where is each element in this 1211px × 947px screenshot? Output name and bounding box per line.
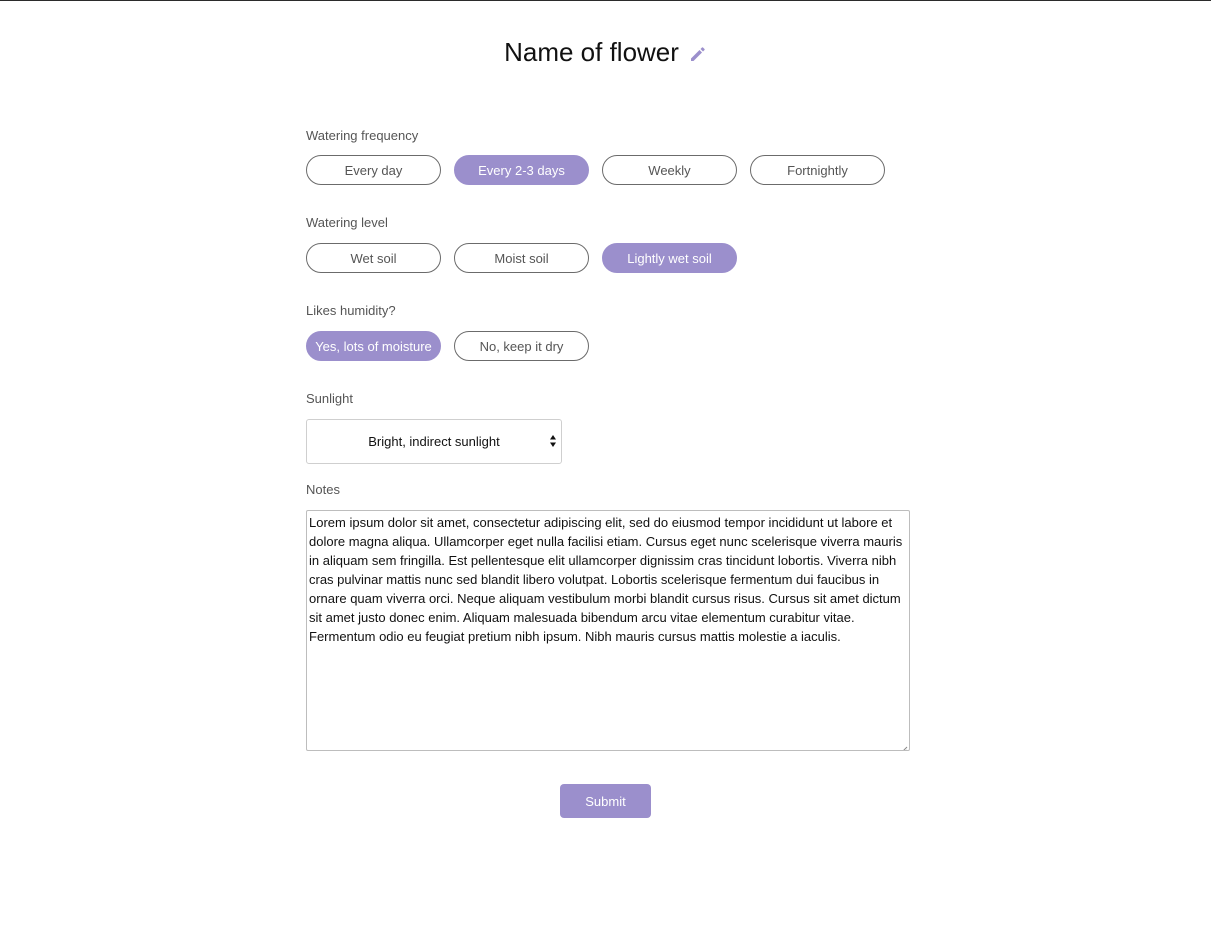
submit-button[interactable]: Submit bbox=[560, 784, 651, 818]
select-arrows-icon bbox=[549, 434, 557, 448]
frequency-option-every-2-3-days[interactable]: Every 2-3 days bbox=[454, 155, 589, 185]
page-title: Name of flower bbox=[504, 37, 679, 67]
watering-level-label: Watering level bbox=[306, 215, 388, 230]
humidity-option-no[interactable]: No, keep it dry bbox=[454, 331, 589, 361]
watering-level-group: Wet soil Moist soil Lightly wet soil bbox=[306, 243, 737, 273]
resize-grip-icon[interactable] bbox=[899, 740, 908, 750]
sunlight-label: Sunlight bbox=[306, 391, 353, 406]
humidity-option-yes[interactable]: Yes, lots of moisture bbox=[306, 331, 441, 361]
frequency-option-weekly[interactable]: Weekly bbox=[602, 155, 737, 185]
notes-textarea[interactable]: Lorem ipsum dolor sit amet, consectetur … bbox=[306, 510, 910, 751]
notes-label: Notes bbox=[306, 482, 340, 497]
level-option-lightly-wet-soil[interactable]: Lightly wet soil bbox=[602, 243, 737, 273]
pencil-icon[interactable] bbox=[689, 45, 707, 63]
level-option-wet-soil[interactable]: Wet soil bbox=[306, 243, 441, 273]
page-frame: Name of flower Watering frequency Every … bbox=[0, 0, 1211, 947]
level-option-moist-soil[interactable]: Moist soil bbox=[454, 243, 589, 273]
humidity-label: Likes humidity? bbox=[306, 303, 396, 318]
watering-frequency-label: Watering frequency bbox=[306, 128, 419, 143]
frequency-option-fortnightly[interactable]: Fortnightly bbox=[750, 155, 885, 185]
title-row: Name of flower bbox=[0, 37, 1211, 68]
sunlight-selected-value: Bright, indirect sunlight bbox=[368, 434, 500, 449]
notes-text: Lorem ipsum dolor sit amet, consectetur … bbox=[309, 515, 903, 644]
sunlight-select[interactable]: Bright, indirect sunlight bbox=[306, 419, 562, 464]
watering-frequency-group: Every day Every 2-3 days Weekly Fortnigh… bbox=[306, 155, 885, 185]
humidity-group: Yes, lots of moisture No, keep it dry bbox=[306, 331, 589, 361]
frequency-option-every-day[interactable]: Every day bbox=[306, 155, 441, 185]
